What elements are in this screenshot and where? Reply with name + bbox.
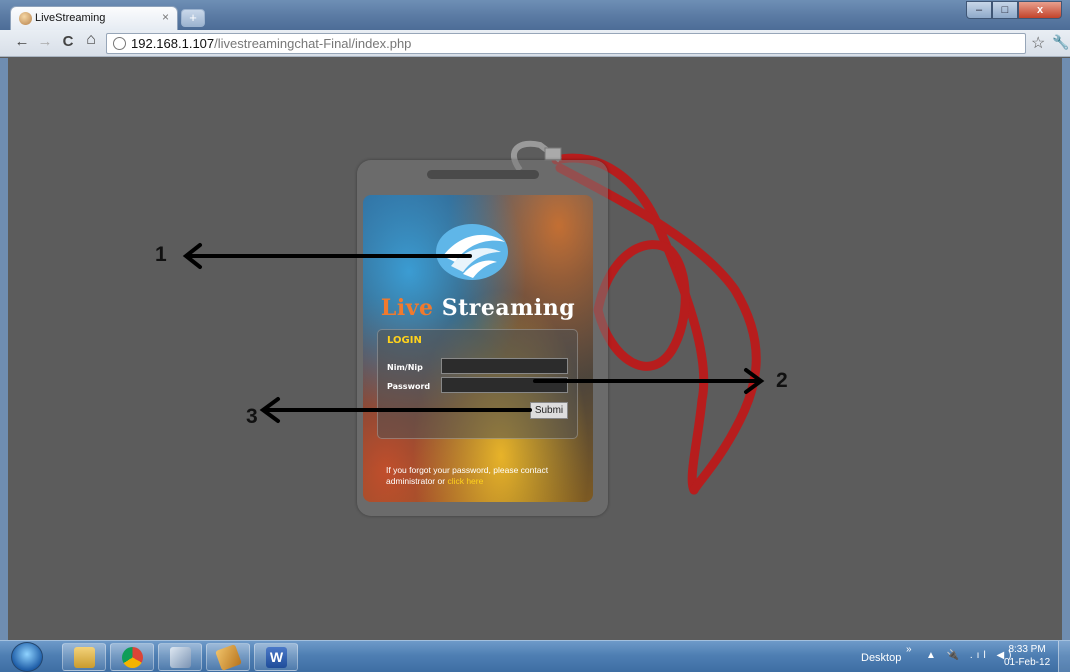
taskbar: W Desktop » ▲ 🔌 .ıl ◀) 8:33 PM 01-Feb-12 [0,640,1070,672]
winamp-icon [215,644,242,671]
show-desktop-button[interactable] [1058,641,1070,672]
winamp-button[interactable] [206,643,250,671]
file-explorer-button[interactable] [62,643,106,671]
annotation-arrows [182,243,765,423]
paint-icon [170,647,191,668]
tray-icons[interactable]: ▲ 🔌 .ıl ◀) [926,650,1015,661]
annotation-label-2: 2 [776,369,788,392]
paint-button[interactable] [158,643,202,671]
word-button[interactable]: W [254,643,298,671]
desktop-toolbar-label[interactable]: Desktop [861,652,901,664]
annotation-label-1: 1 [155,243,167,266]
toolbar-chevron-icon[interactable]: » [906,644,912,655]
folder-icon [74,647,95,668]
annotation-label-3: 3 [246,405,258,428]
chrome-button[interactable] [110,643,154,671]
clock-date: 01-Feb-12 [1004,657,1051,668]
word-icon: W [266,647,287,668]
start-orb-icon[interactable] [11,642,43,672]
clock-time: 8:33 PM [1008,644,1046,655]
chrome-icon [122,647,143,668]
clock[interactable]: 8:33 PM 01-Feb-12 [1004,643,1050,669]
